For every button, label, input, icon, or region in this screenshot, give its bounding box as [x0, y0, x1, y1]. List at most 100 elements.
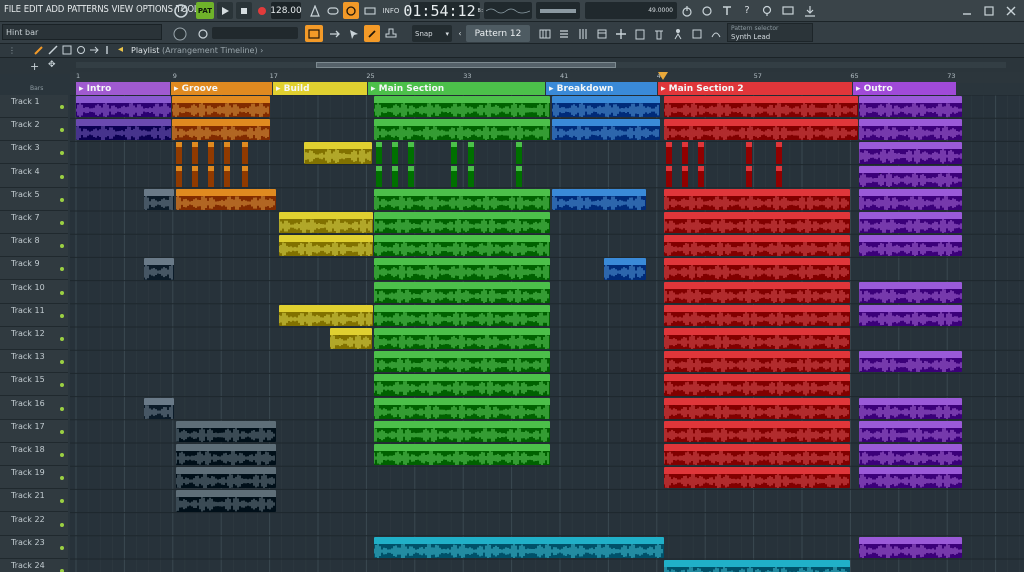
menu-item-options[interactable]: OPTIONS — [136, 4, 173, 15]
pattern-clip[interactable]: Dono — [859, 96, 962, 118]
track-header[interactable]: Track 4 — [0, 165, 68, 188]
pattern-clip[interactable]: Sub — [664, 420, 850, 442]
pattern-clip[interactable]: Bass — [859, 188, 962, 210]
hit-clip[interactable] — [776, 142, 782, 164]
pattern-clip[interactable]: Rizers — [859, 420, 962, 442]
pattern-clip[interactable]: Ambience — [176, 467, 276, 489]
pattern-clip[interactable]: Chords — [374, 304, 550, 326]
hit-clip[interactable] — [192, 142, 198, 164]
brush-tool-icon[interactable] — [34, 45, 46, 57]
track-header[interactable]: Track 22 — [0, 513, 68, 536]
hit-clip[interactable] — [451, 142, 457, 164]
arrangement-grid[interactable]: Kick Kick Kick Breakdown Kick Dono Snare HH HH Br… — [70, 95, 1024, 572]
hit-clip[interactable] — [516, 142, 522, 164]
close-icon[interactable] — [1004, 2, 1018, 19]
hit-clip[interactable] — [392, 165, 398, 187]
track-header[interactable]: Track 21 — [0, 489, 68, 513]
track-active-led[interactable] — [60, 221, 64, 225]
section-marker[interactable]: ▸ Main Section 2 — [658, 82, 852, 95]
section-marker[interactable]: ▸ Main Section — [368, 82, 545, 95]
touch-controller-icon[interactable] — [689, 25, 705, 42]
pattern-clip[interactable]: Dono — [859, 119, 962, 141]
track-header[interactable]: Track 19 — [0, 466, 68, 490]
pattern-clip[interactable]: Chords — [664, 304, 850, 326]
song-position-knob[interactable] — [170, 2, 192, 19]
playhead-marker[interactable] — [658, 72, 668, 82]
pattern-clip[interactable]: Crashes — [859, 444, 962, 466]
track-active-led[interactable] — [60, 545, 64, 550]
typing-keyboard-icon[interactable] — [720, 2, 734, 19]
pattern-clip[interactable]: Ambience — [859, 351, 962, 373]
record-mode-icon[interactable] — [172, 25, 188, 42]
hit-clip[interactable] — [224, 165, 230, 187]
overview-window[interactable] — [316, 62, 616, 68]
volume-knob[interactable] — [196, 25, 210, 42]
pattern-clip[interactable]: HH — [374, 119, 550, 141]
mixer-icon[interactable] — [575, 25, 591, 42]
pattern-clip[interactable]: Arp — [374, 397, 550, 419]
download-icon[interactable] — [802, 2, 818, 19]
track-active-led[interactable] — [60, 313, 64, 318]
pattern-clip[interactable]: Lead — [374, 351, 550, 373]
pattern-clip[interactable]: Plucbs — [859, 281, 962, 303]
select-tool-icon[interactable] — [346, 25, 362, 42]
hit-clip[interactable] — [776, 165, 782, 187]
track-active-led[interactable] — [60, 522, 64, 527]
playlist-view-icon[interactable] — [305, 25, 323, 42]
power-icon[interactable] — [680, 2, 694, 19]
hit-clip[interactable] — [746, 165, 752, 187]
add-icon[interactable]: + — [30, 60, 39, 73]
hit-clip[interactable] — [468, 142, 474, 164]
menu-item-view[interactable]: VIEW — [112, 4, 134, 15]
delete-tool-icon[interactable] — [62, 45, 74, 57]
maximize-icon[interactable] — [982, 2, 996, 19]
hit-clip[interactable] — [408, 165, 414, 187]
track-active-led[interactable] — [60, 244, 64, 249]
pattern-clip[interactable]: Bass — [374, 212, 550, 234]
pattern-clip[interactable]: Lead — [664, 351, 850, 373]
track-active-led[interactable] — [60, 105, 64, 109]
pattern-clip[interactable]: Ambience — [176, 490, 276, 512]
menu-item-patterns[interactable]: PATTERNS — [67, 4, 109, 15]
track-header[interactable]: Track 13 — [0, 350, 68, 374]
record-icon[interactable] — [255, 2, 269, 19]
pattern-clip[interactable]: Bass — [374, 188, 550, 210]
pencil-tool-icon[interactable] — [48, 45, 60, 57]
pattern-clip[interactable]: Breakdown — [552, 119, 660, 141]
menu-item-add[interactable]: ADD — [46, 4, 65, 15]
pattern-clip[interactable]: Arp — [664, 397, 850, 419]
track-header[interactable]: Track 2 — [0, 118, 68, 142]
overview-bar[interactable] — [76, 62, 1006, 68]
pattern-clip[interactable]: Plozes — [664, 258, 850, 280]
hit-clip[interactable] — [176, 165, 182, 187]
track-active-led[interactable] — [60, 360, 64, 365]
track-active-led[interactable] — [60, 429, 64, 434]
move-icon[interactable]: ✥ — [48, 60, 56, 70]
hit-clip[interactable] — [192, 165, 198, 187]
section-marker[interactable]: ▸ Groove — [171, 82, 272, 95]
pattern-clip[interactable]: Bip — [330, 328, 372, 350]
hit-clip[interactable] — [468, 165, 474, 187]
channel-rack-icon[interactable] — [556, 25, 572, 42]
link-icon[interactable] — [364, 25, 380, 42]
pattern-clip[interactable]: Leed — [374, 374, 550, 396]
track-header[interactable]: Track 15 — [0, 373, 68, 397]
pattern-clip[interactable]: Bass — [279, 235, 373, 257]
pattern-clip[interactable]: Bass — [664, 188, 850, 210]
help-icon[interactable]: ? — [740, 2, 754, 19]
pattern-clip[interactable]: Chords — [664, 281, 850, 303]
tempo-display[interactable]: 128.00 — [270, 2, 302, 19]
track-active-led[interactable] — [60, 151, 64, 156]
pattern-clip[interactable]: Bass — [374, 235, 550, 257]
track-header[interactable]: Track 12 — [0, 327, 68, 350]
arrow-right-icon[interactable] — [327, 25, 343, 42]
hit-clip[interactable] — [746, 142, 752, 164]
minimize-icon[interactable] — [960, 2, 974, 19]
track-header[interactable]: Track 16 — [0, 397, 68, 420]
track-header[interactable]: Track 7 — [0, 211, 68, 234]
hit-clip[interactable] — [408, 142, 414, 164]
pattern-clip[interactable]: Kick — [664, 96, 858, 118]
track-active-led[interactable] — [60, 174, 64, 179]
menu-item-file[interactable]: FILE — [4, 4, 21, 15]
pattern-clip[interactable]: Breakdown — [552, 96, 660, 118]
